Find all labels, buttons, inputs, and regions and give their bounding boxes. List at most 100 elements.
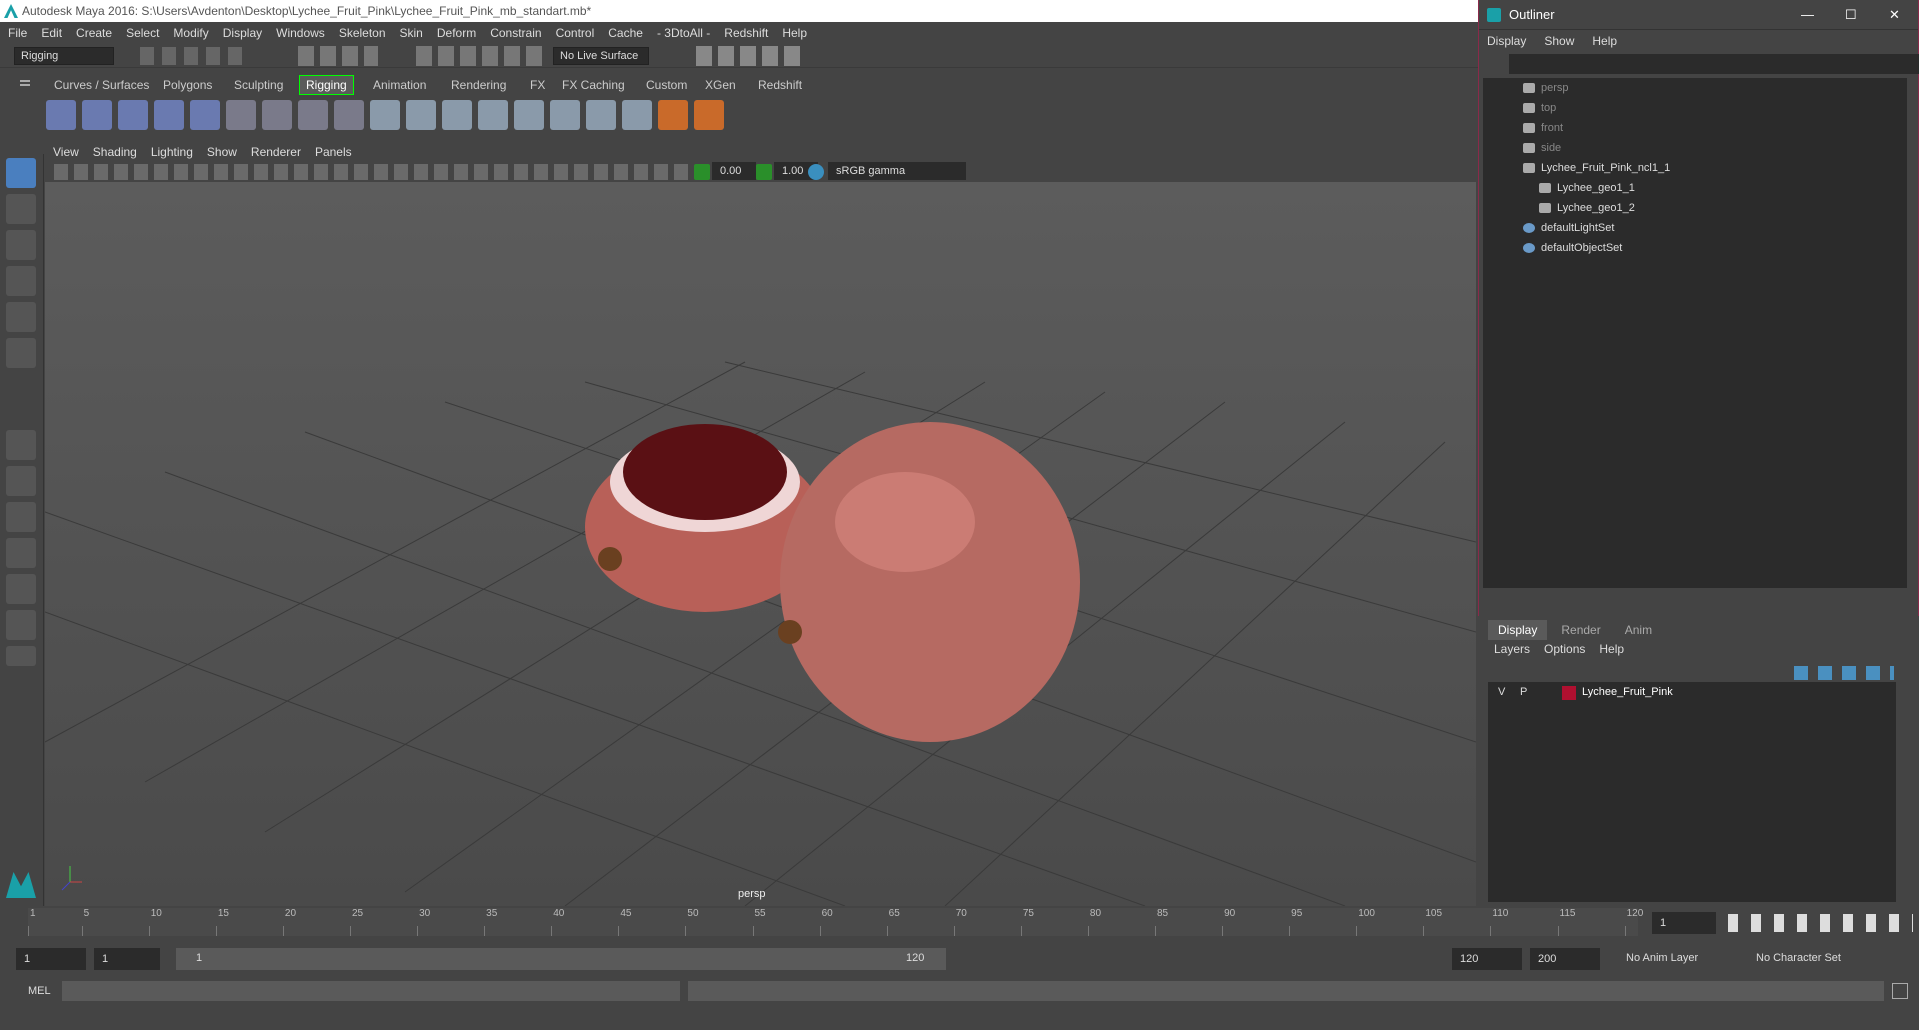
layout-four-icon[interactable]: [6, 466, 36, 496]
anim-layer-dropdown[interactable]: No Anim Layer: [1626, 952, 1698, 964]
layer-menu-item[interactable]: Options: [1544, 642, 1585, 656]
outliner-item[interactable]: top: [1523, 98, 1556, 118]
shelf-tab[interactable]: FX: [524, 76, 551, 94]
cmd-language-label[interactable]: MEL: [28, 985, 51, 997]
maximize-icon[interactable]: ☐: [1845, 0, 1857, 30]
gamma-icon[interactable]: [756, 164, 772, 180]
menu-item[interactable]: Help: [782, 26, 807, 40]
layer-editor-tab[interactable]: Render: [1551, 620, 1610, 640]
layout-editor-icon[interactable]: [6, 610, 36, 640]
render-tools[interactable]: [696, 46, 806, 66]
aim-constraint-icon[interactable]: [586, 100, 616, 130]
layer-visibility-toggle[interactable]: V: [1498, 686, 1505, 698]
paint-select-tool-icon[interactable]: [6, 230, 36, 260]
selection-mask-tools[interactable]: [298, 46, 378, 66]
pole-vector-icon[interactable]: [622, 100, 652, 130]
paint-weights-icon[interactable]: [406, 100, 436, 130]
range-end-field[interactable]: 120: [1452, 948, 1522, 970]
outliner-item[interactable]: side: [1523, 138, 1561, 158]
menu-item[interactable]: Select: [126, 26, 159, 40]
panel-menu-item[interactable]: Panels: [315, 145, 352, 159]
lattice-icon[interactable]: [226, 100, 256, 130]
current-frame-field[interactable]: 1: [1652, 912, 1716, 934]
more-layouts-icon[interactable]: [6, 646, 36, 666]
shelf-tab[interactable]: Custom: [640, 76, 693, 94]
layer-action-icons[interactable]: [1794, 666, 1894, 680]
mode-dropdown[interactable]: Rigging: [14, 47, 114, 65]
outliner-item[interactable]: Lychee_geo1_1: [1539, 178, 1635, 198]
file-tools[interactable]: [140, 47, 250, 65]
shelf-tab[interactable]: Polygons: [157, 76, 218, 94]
time-slider[interactable]: 1 5 10 15 20 25 30 35 40 45 50 55 60 65 70 75 80 85 90 95 10…: [0, 906, 1919, 940]
menu-item[interactable]: Cache: [608, 26, 643, 40]
outliner-item[interactable]: defaultObjectSet: [1523, 238, 1622, 258]
shelf-tab[interactable]: Curves / Surfaces: [48, 76, 155, 94]
layout-outliner-icon[interactable]: [6, 538, 36, 568]
layer-menu-item[interactable]: Help: [1599, 642, 1624, 656]
character-set-dropdown[interactable]: No Character Set: [1756, 952, 1841, 964]
outliner-menu-item[interactable]: Show: [1544, 30, 1574, 52]
scale-constraint-icon[interactable]: [550, 100, 580, 130]
rotate-tool-icon[interactable]: [6, 302, 36, 332]
script-editor-icon[interactable]: [1892, 983, 1908, 999]
scale-tool-icon[interactable]: [6, 338, 36, 368]
outliner-item[interactable]: defaultLightSet: [1523, 218, 1614, 238]
shelf-tab[interactable]: Redshift: [752, 76, 808, 94]
exposure-field[interactable]: 0.00: [712, 162, 756, 180]
playback-controls[interactable]: [1728, 914, 1913, 932]
snap-tools[interactable]: [416, 46, 546, 66]
menu-item[interactable]: Create: [76, 26, 112, 40]
outliner-menu-item[interactable]: Help: [1592, 30, 1617, 52]
ik-handle-icon[interactable]: [82, 100, 112, 130]
layer-menu-item[interactable]: Layers: [1494, 642, 1530, 656]
menu-item[interactable]: Modify: [173, 26, 208, 40]
outliner-item[interactable]: Lychee_Fruit_Pink_ncl1_1: [1523, 158, 1670, 178]
exposure-icon[interactable]: [694, 164, 710, 180]
layer-editor-tab[interactable]: Display: [1488, 620, 1548, 640]
menu-item[interactable]: Deform: [437, 26, 476, 40]
shelf-tab[interactable]: Rigging: [299, 75, 354, 95]
wire-icon[interactable]: [334, 100, 364, 130]
minimize-icon[interactable]: —: [1801, 0, 1814, 30]
range-start-field[interactable]: 1: [16, 948, 86, 970]
range-slider[interactable]: 1 120: [176, 948, 946, 970]
shelf-tab[interactable]: Animation: [367, 76, 432, 94]
anim-end-field[interactable]: 200: [1530, 948, 1600, 970]
panel-menu-item[interactable]: Shading: [93, 145, 137, 159]
panel-menu-item[interactable]: Renderer: [251, 145, 301, 159]
locator-icon[interactable]: [658, 100, 688, 130]
joint-tool-icon[interactable]: [46, 100, 76, 130]
mel-input[interactable]: [62, 981, 680, 1001]
menu-item[interactable]: Display: [223, 26, 262, 40]
panel-menu-item[interactable]: View: [53, 145, 79, 159]
parent-constraint-icon[interactable]: [442, 100, 472, 130]
outliner-search-input[interactable]: [1509, 54, 1919, 74]
cluster-icon[interactable]: [262, 100, 292, 130]
menu-item[interactable]: Windows: [276, 26, 325, 40]
skeleton-icon[interactable]: [190, 100, 220, 130]
shelf-tab[interactable]: FX Caching: [556, 76, 631, 94]
select-tool-icon[interactable]: [6, 158, 36, 188]
wrap-icon[interactable]: [298, 100, 328, 130]
time-ruler[interactable]: 1 5 10 15 20 25 30 35 40 45 50 55 60 65 70 75 80 85 90 95 10…: [28, 908, 1643, 936]
shelf-tab[interactable]: Rendering: [445, 76, 512, 94]
layout-graph-icon[interactable]: [6, 574, 36, 604]
anim-start-field[interactable]: 1: [94, 948, 160, 970]
color-management-icon[interactable]: [808, 164, 824, 180]
bind-skin-icon[interactable]: [370, 100, 400, 130]
outliner-item[interactable]: persp: [1523, 78, 1569, 98]
outliner-item[interactable]: Lychee_geo1_2: [1539, 198, 1635, 218]
panel-menu-item[interactable]: Lighting: [151, 145, 193, 159]
outliner-item[interactable]: front: [1523, 118, 1563, 138]
layer-row[interactable]: V P Lychee_Fruit_Pink: [1488, 684, 1896, 702]
layout-single-icon[interactable]: [6, 430, 36, 460]
shelf-tab[interactable]: XGen: [699, 76, 742, 94]
shelf-menu-icon[interactable]: [20, 80, 30, 82]
menu-item[interactable]: - 3DtoAll -: [657, 26, 710, 40]
insert-joint-icon[interactable]: [154, 100, 184, 130]
menu-item[interactable]: Constrain: [490, 26, 541, 40]
menu-item[interactable]: Edit: [41, 26, 62, 40]
layer-playback-toggle[interactable]: P: [1520, 686, 1527, 698]
menu-item[interactable]: Control: [556, 26, 595, 40]
layout-two-icon[interactable]: [6, 502, 36, 532]
